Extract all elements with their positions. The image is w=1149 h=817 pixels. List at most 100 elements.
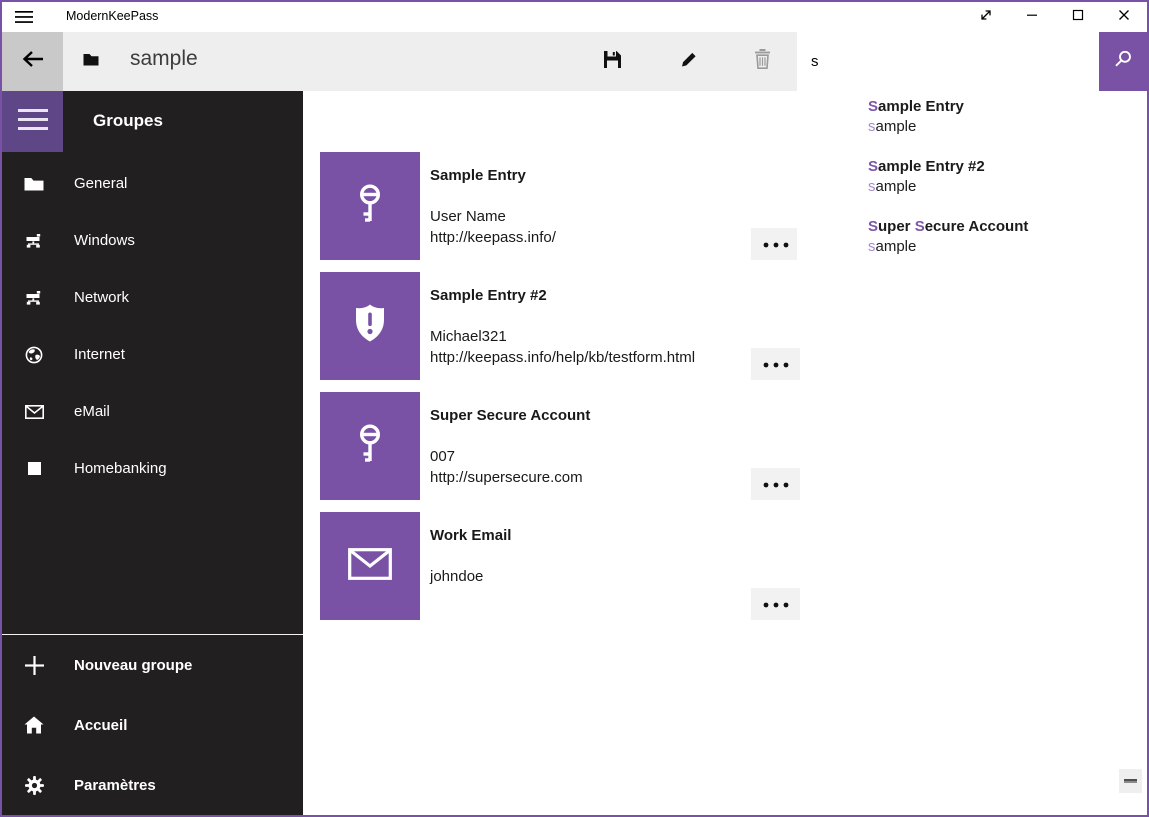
suggestion-title: Sample Entry [868,97,1143,117]
sidebar-item-label: Windows [74,232,135,249]
entry-url: http://keepass.info/help/kb/testform.htm… [430,347,695,368]
sidebar-footer: Nouveau groupe Accueil [2,634,303,815]
entry-tile[interactable] [320,272,420,380]
save-icon [603,50,622,74]
close-button[interactable] [1101,2,1147,32]
plus-icon [23,656,45,675]
entry-row[interactable]: Sample Entry User Name http://keepass.in… [320,152,800,260]
square-icon [23,462,45,475]
new-group-button[interactable]: Nouveau groupe [2,635,303,695]
zoom-out-button[interactable] [1119,769,1142,793]
entry-username: johndoe [430,566,483,587]
key-icon [347,181,393,232]
delete-button[interactable] [738,32,786,91]
entry-more-button[interactable] [751,468,800,500]
entry-list: Sample Entry User Name http://keepass.in… [320,152,800,632]
sidebar-item-label: Network [74,289,129,306]
network-icon [23,234,45,248]
mail-icon [348,548,392,585]
sidebar-item-email[interactable]: eMail [2,383,303,440]
minimize-icon [1024,7,1040,28]
edit-button[interactable] [665,32,713,91]
suggestion-subtitle: sample [868,237,1143,257]
entry-username: Michael321 [430,326,695,347]
sidebar: Groupes General Windows Network [2,91,303,815]
entry-title: Super Secure Account [430,407,590,424]
search-input[interactable] [797,32,1099,91]
app-title: ModernKeePass [66,9,158,23]
app-window: ModernKeePass [0,0,1149,817]
entry-username: User Name [430,206,556,227]
maximize-button[interactable] [1055,2,1101,32]
entry-more-button[interactable] [751,228,800,260]
entry-row[interactable]: Super Secure Account 007 http://supersec… [320,392,800,500]
suggestion-subtitle-segment: s [868,238,876,255]
gear-icon [23,776,45,795]
nav-toggle-button[interactable] [2,91,63,152]
entry-more-button[interactable] [751,348,800,380]
sidebar-item-label: General [74,175,127,192]
sidebar-item-internet[interactable]: Internet [2,326,303,383]
suggestion-title: Super Secure Account [868,217,1143,237]
sidebar-item-network[interactable]: Network [2,269,303,326]
save-button[interactable] [588,32,636,91]
folder-icon [23,177,45,191]
suggestion-subtitle-segment: ample [876,178,917,195]
sidebar-item-general[interactable]: General [2,155,303,212]
window-controls [963,2,1147,32]
database-title: sample [130,47,198,71]
titlebar-hamburger-icon[interactable] [15,9,35,25]
search-button[interactable] [1099,32,1147,91]
entry-row[interactable]: Sample Entry #2 Michael321 http://keepas… [320,272,800,380]
home-button[interactable]: Accueil [2,695,303,755]
back-button[interactable] [2,32,63,91]
maximize-icon [1070,7,1086,28]
suggestion-title-segment: ecure Account [925,218,1029,235]
suggestion-title-segment: ample Entry #2 [878,158,985,175]
ellipsis-icon [763,475,789,493]
sidebar-item-windows[interactable]: Windows [2,212,303,269]
suggestion-title-segment: S [868,158,878,175]
sidebar-action-label: Accueil [74,717,127,734]
entry-row[interactable]: Work Email johndoe [320,512,800,620]
back-arrow-icon [21,49,45,74]
entry-tile[interactable] [320,152,420,260]
entry-url: http://supersecure.com [430,467,583,488]
entry-url: http://keepass.info/ [430,227,556,248]
entry-more-button[interactable] [751,588,800,620]
suggestion-subtitle-segment: s [868,118,876,135]
suggestion-item[interactable]: Sample Entry #2 sample [868,157,1143,197]
suggestion-item[interactable]: Super Secure Account sample [868,217,1143,257]
suggestion-title-segment: uper [878,218,915,235]
home-icon [23,716,45,734]
network-icon [23,291,45,305]
sidebar-heading: Groupes [93,111,163,131]
entry-details: johndoe [430,566,483,587]
fullscreen-button[interactable] [963,2,1009,32]
suggestion-subtitle: sample [868,177,1143,197]
suggestion-title: Sample Entry #2 [868,157,1143,177]
entry-tile[interactable] [320,512,420,620]
entry-title: Sample Entry #2 [430,287,547,304]
entry-title: Work Email [430,527,511,544]
ellipsis-icon [763,355,789,373]
minimize-button[interactable] [1009,2,1055,32]
mail-icon [23,405,45,419]
entry-title: Sample Entry [430,167,526,184]
suggestion-title-segment: S [915,218,925,235]
ellipsis-icon [763,235,789,253]
sidebar-action-label: Paramètres [74,777,156,794]
settings-button[interactable]: Paramètres [2,755,303,815]
suggestion-title-segment: S [868,98,878,115]
globe-icon [23,346,45,364]
sidebar-item-label: eMail [74,403,110,420]
sidebar-item-homebanking[interactable]: Homebanking [2,440,303,497]
shield-alert-icon [347,301,393,352]
sidebar-action-label: Nouveau groupe [74,657,192,674]
key-icon [347,421,393,472]
minus-icon [1124,779,1137,783]
entry-tile[interactable] [320,392,420,500]
suggestion-title-segment: S [868,218,878,235]
entry-username: 007 [430,446,583,467]
suggestion-item[interactable]: Sample Entry sample [868,97,1143,137]
